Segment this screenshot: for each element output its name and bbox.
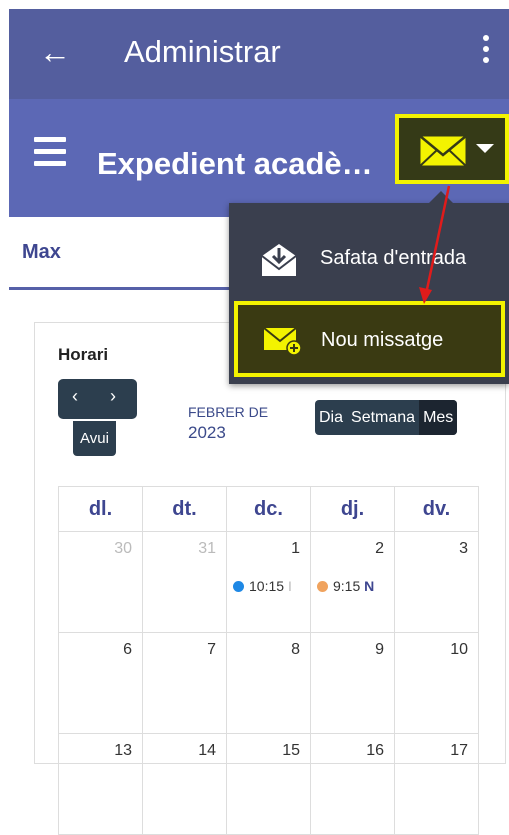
prev-month-button[interactable]: ‹ [72, 386, 78, 407]
today-button[interactable]: Avui [73, 421, 116, 456]
envelope-plus-icon [263, 327, 302, 356]
day-cell[interactable]: 13 [58, 733, 143, 835]
day-cell[interactable]: 1 10:15 I [226, 531, 311, 633]
messages-dropdown-menu: Safata d'entrada Nou missatge [229, 191, 509, 384]
section-title: Expedient acadè… [97, 146, 373, 181]
day-cell[interactable]: 9 [310, 632, 395, 734]
view-week-button[interactable]: Setmana [347, 400, 419, 435]
calendar-nav-group: ‹ › [58, 379, 137, 419]
day-number: 2 [375, 540, 384, 557]
day-number: 9 [375, 641, 384, 658]
day-cell[interactable]: 7 [142, 632, 227, 734]
day-cell[interactable]: 30 [58, 531, 143, 633]
day-cell[interactable]: 2 9:15 N [310, 531, 395, 633]
view-month-button[interactable]: Mes [419, 400, 458, 435]
view-switcher: Dia Setmana Mes [315, 400, 458, 435]
weekday-header: dc. [226, 486, 311, 532]
calendar-event[interactable]: 10:15 I [233, 578, 307, 594]
hamburger-icon[interactable] [34, 137, 66, 173]
day-number: 14 [198, 742, 216, 759]
weekday-header: dt. [142, 486, 227, 532]
menu-item-label: Safata d'entrada [320, 247, 467, 269]
view-day-button[interactable]: Dia [315, 400, 347, 435]
menu-item-new-message[interactable]: Nou missatge [234, 301, 505, 377]
back-arrow-icon[interactable]: ← [39, 35, 71, 69]
event-dot [317, 581, 328, 592]
month-grid: dl. dt. dc. dj. dv. 30 31 1 10:15 I 2 9:… [58, 486, 479, 835]
event-time: 10:15 [249, 578, 285, 594]
day-number: 30 [114, 540, 132, 557]
weekday-header: dv. [394, 486, 479, 532]
day-number: 17 [450, 742, 468, 759]
tab-student[interactable]: Max [22, 241, 61, 264]
day-number: 8 [291, 641, 300, 658]
day-cell[interactable]: 10 [394, 632, 479, 734]
next-month-button[interactable]: › [110, 386, 116, 407]
calendar-title: Horari [58, 345, 109, 364]
day-cell[interactable]: 17 [394, 733, 479, 835]
calendar-month: FEBRER DE [188, 404, 269, 420]
inbox-download-icon [261, 244, 297, 276]
caret-down-icon [476, 144, 494, 153]
menu-pointer [429, 191, 453, 203]
day-number: 31 [198, 540, 216, 557]
day-number: 16 [366, 742, 384, 759]
event-text: N [364, 578, 375, 594]
menu-item-label: Nou missatge [321, 329, 444, 351]
app-bar: ← Administrar [9, 9, 509, 99]
envelope-icon [419, 135, 467, 167]
day-cell[interactable]: 31 [142, 531, 227, 633]
event-text: I [287, 578, 292, 594]
day-number: 1 [291, 540, 300, 557]
more-vert-icon[interactable] [481, 35, 491, 73]
day-cell[interactable]: 6 [58, 632, 143, 734]
day-cell[interactable]: 16 [310, 733, 395, 835]
calendar-year: 2023 [188, 423, 226, 442]
day-cell[interactable]: 14 [142, 733, 227, 835]
day-cell[interactable]: 8 [226, 632, 311, 734]
weekday-header: dj. [310, 486, 395, 532]
messages-button[interactable] [395, 114, 509, 184]
day-number: 7 [207, 641, 216, 658]
menu-item-inbox[interactable]: Safata d'entrada [229, 221, 509, 299]
day-number: 6 [123, 641, 132, 658]
day-cell[interactable]: 15 [226, 733, 311, 835]
day-number: 3 [459, 540, 468, 557]
app-title: Administrar [124, 34, 281, 69]
calendar-event[interactable]: 9:15 N [317, 578, 391, 594]
event-dot [233, 581, 244, 592]
day-cell[interactable]: 3 [394, 531, 479, 633]
event-time: 9:15 [333, 578, 361, 594]
weekday-header: dl. [58, 486, 143, 532]
day-number: 10 [450, 641, 468, 658]
day-number: 13 [114, 742, 132, 759]
day-number: 15 [282, 742, 300, 759]
